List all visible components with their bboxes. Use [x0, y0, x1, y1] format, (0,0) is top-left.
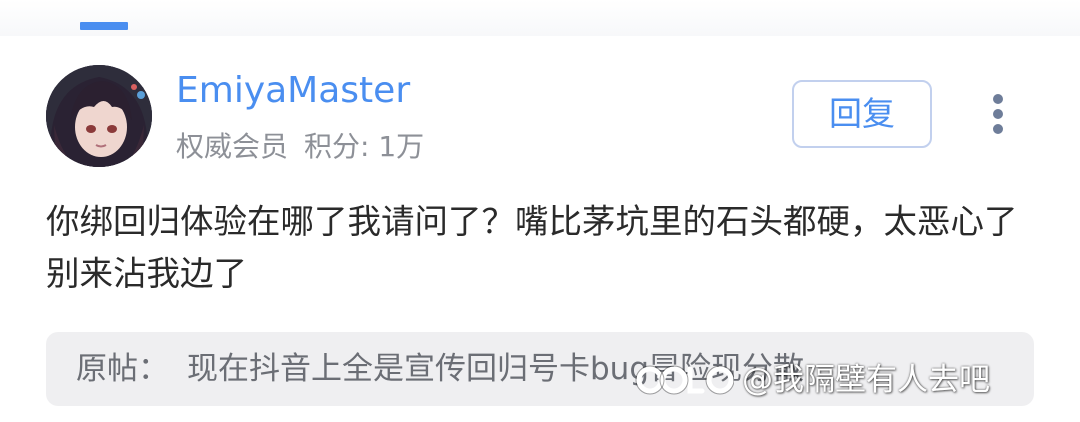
active-tab-indicator — [80, 22, 128, 30]
avatar[interactable] — [46, 65, 152, 167]
user-meta: 权威会员 积分: 1万 — [176, 126, 424, 168]
more-vertical-icon[interactable] — [982, 90, 1014, 138]
points-value: 1万 — [378, 130, 425, 163]
quote-prefix: 原帖： — [76, 351, 169, 387]
reply-button[interactable]: 回复 — [792, 80, 932, 148]
avatar-image — [46, 65, 152, 167]
points-label: 积分: — [304, 130, 370, 163]
platform-logo-icon — [635, 365, 734, 395]
member-badge: 权威会员 — [176, 130, 289, 163]
watermark: @我隔壁有人去吧 — [634, 354, 990, 406]
watermark-text: @我隔壁有人去吧 — [742, 362, 990, 398]
comment-body: 你绑回归体验在哪了我请问了？嘴比茅坑里的石头都硬，太恶心了别来沾我边了 — [46, 202, 1018, 293]
username[interactable]: EmiyaMaster — [176, 68, 410, 114]
more-icon-graphic — [993, 94, 1003, 134]
tab-bar-area — [0, 0, 1080, 36]
comment-screen: EmiyaMaster 权威会员 积分: 1万 回复 你绑回归体验在哪了我请问了？… — [0, 0, 1080, 422]
